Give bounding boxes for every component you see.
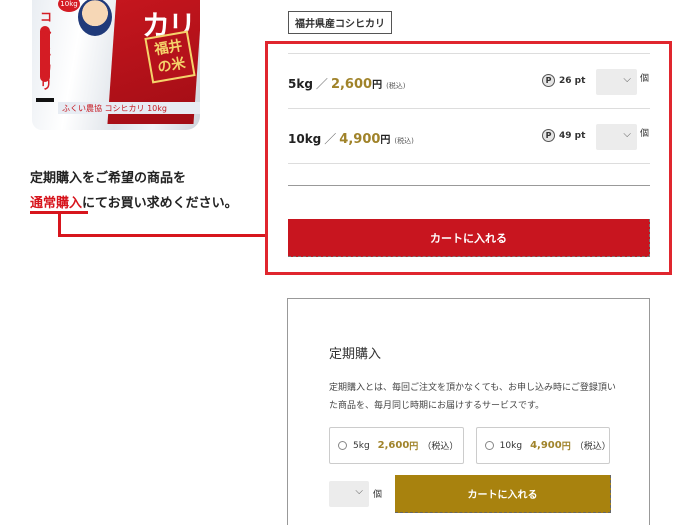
option-yen: 円 (409, 442, 419, 452)
subscription-title: 定期購入 (329, 347, 382, 362)
subscription-quantity-select[interactable]: ⌵ (329, 481, 369, 507)
chevron-down-icon: ⌵ (623, 74, 631, 85)
option-tax: (税込) (386, 81, 406, 90)
divider (288, 53, 650, 54)
quantity-select[interactable]: ⌵ (596, 69, 637, 95)
bag-vertical-text: コシヒカリ (40, 10, 53, 92)
purchase-notice: 定期購入をご希望の商品を 通常購入にてお買い求めください。 (30, 166, 238, 216)
point-icon: P (542, 129, 555, 142)
subscription-option-5kg[interactable]: 5kg 2,600 円 （税込） (329, 427, 464, 464)
option-weight: 5kg (353, 440, 370, 451)
point-icon: P (542, 74, 555, 87)
chevron-down-icon: ⌵ (355, 486, 363, 497)
bag-black-bar (36, 98, 54, 102)
subscription-description: 定期購入とは、毎回ご注文を頂かなくても、お申し込み時にご登録頂いた商品を、毎月同… (329, 383, 616, 411)
option-label: 5kg ／ 2,600円 (税込) (288, 75, 406, 92)
fukui-rice-seal: 福井の米 (144, 30, 196, 84)
option-weight: 10kg (288, 131, 322, 146)
option-row-5kg: 5kg ／ 2,600円 (税込) P 26 pt ⌵ 個 (288, 69, 650, 95)
add-to-cart-button[interactable]: カートに入れる (288, 219, 650, 257)
option-separator: ／ (315, 76, 328, 91)
points: P 49 pt (542, 129, 585, 142)
quantity-unit: 個 (373, 490, 383, 500)
option-row-10kg: 10kg ／ 4,900円 (税込) P 49 pt ⌵ 個 (288, 124, 650, 150)
notice-line-2-rest: にてお買い求めください。 (82, 196, 238, 211)
option-price: 2,600 (377, 440, 410, 451)
option-yen: 円 (561, 442, 571, 452)
option-yen: 円 (372, 79, 383, 91)
option-tax: （税込） (422, 442, 459, 452)
chevron-down-icon: ⌵ (623, 129, 631, 140)
radio-icon[interactable] (485, 441, 494, 450)
subscription-add-to-cart-button[interactable]: カートに入れる (395, 475, 611, 513)
subscription-panel: 定期購入 定期購入とは、毎回ご注文を頂かなくても、お申し込み時にご登録頂いた商品… (287, 298, 650, 525)
points-value: 49 pt (559, 130, 586, 141)
option-separator: ／ (324, 131, 337, 146)
option-tax: (税込) (394, 136, 414, 145)
radio-icon[interactable] (338, 441, 347, 450)
quantity-unit: 個 (640, 129, 650, 139)
quantity-unit: 個 (640, 74, 650, 84)
weight-badge: 10kg (58, 0, 80, 12)
product-tag[interactable]: 福井県産コシヒカリ (288, 11, 392, 34)
option-tax: （税込） (574, 442, 611, 452)
points-value: 26 pt (559, 75, 586, 86)
option-price: 2,600 (330, 76, 373, 92)
option-price: 4,900 (339, 131, 381, 147)
option-yen: 円 (380, 134, 391, 146)
points: P 26 pt (542, 74, 585, 87)
divider (288, 163, 650, 164)
connector-vertical (58, 213, 61, 236)
connector-horizontal (58, 234, 268, 237)
option-label: 10kg ／ 4,900円 (税込) (288, 130, 414, 147)
bag-bottom-label: ふくい農協 コシヒカリ 10kg (58, 102, 200, 114)
rice-bag-illustration: 10kg コシヒカリ カリ 福井の米 ふくい農協 コシヒカリ 10kg (32, 0, 200, 130)
option-price: 4,900 (530, 440, 562, 451)
divider (288, 185, 650, 186)
mascot-icon (78, 0, 112, 36)
divider (288, 108, 650, 109)
product-image: 10kg コシヒカリ カリ 福井の米 ふくい農協 コシヒカリ 10kg (30, 0, 200, 130)
notice-line-1: 定期購入をご希望の商品を (30, 171, 187, 186)
subscription-option-10kg[interactable]: 10kg 4,900 円 （税込） (476, 427, 611, 464)
quantity-select[interactable]: ⌵ (596, 124, 637, 150)
notice-highlight: 通常購入 (30, 196, 83, 211)
option-weight: 5kg (288, 76, 313, 91)
option-weight: 10kg (499, 440, 523, 451)
